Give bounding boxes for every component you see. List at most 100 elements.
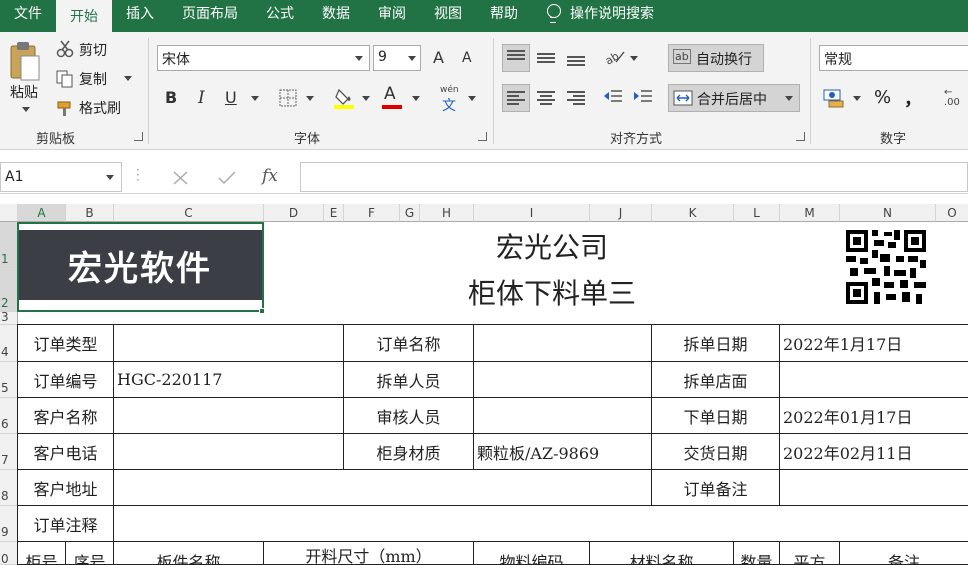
- column-header-a[interactable]: A: [18, 204, 66, 222]
- cut-icon[interactable]: [56, 40, 74, 58]
- copy-label[interactable]: 复制: [79, 69, 107, 89]
- orientation-dropdown-icon[interactable]: [630, 56, 638, 61]
- name-box[interactable]: A1: [0, 162, 122, 192]
- underline-dropdown-icon[interactable]: [251, 96, 259, 101]
- accounting-dropdown-icon[interactable]: [853, 96, 861, 101]
- tab-help[interactable]: 帮助: [476, 0, 532, 26]
- formula-input[interactable]: [300, 162, 968, 192]
- tab-home[interactable]: 开始: [56, 0, 112, 32]
- tab-data[interactable]: 数据: [308, 0, 364, 26]
- value-customer-phone[interactable]: [114, 434, 344, 470]
- underline-button[interactable]: U: [225, 88, 237, 107]
- row-header-6[interactable]: 6: [0, 398, 18, 434]
- cut-label[interactable]: 剪切: [79, 40, 107, 60]
- tab-view[interactable]: 视图: [420, 0, 476, 26]
- phonetic-guide-icon[interactable]: 文: [442, 95, 456, 115]
- phonetic-dropdown-icon[interactable]: [468, 96, 476, 101]
- value-reviewer[interactable]: [474, 398, 652, 434]
- value-customer-address[interactable]: [114, 470, 652, 506]
- tab-formulas[interactable]: 公式: [252, 0, 308, 26]
- accounting-format-icon[interactable]: [823, 88, 845, 108]
- column-header-d[interactable]: D: [264, 204, 324, 222]
- column-header-e[interactable]: E: [324, 204, 344, 222]
- increase-indent-icon[interactable]: [633, 88, 653, 106]
- number-format-box[interactable]: 常规: [819, 45, 968, 71]
- name-box-dropdown-icon[interactable]: [106, 175, 114, 180]
- row-header-3[interactable]: 3: [0, 311, 18, 325]
- confirm-entry-icon[interactable]: [217, 170, 237, 186]
- borders-dropdown-icon[interactable]: [306, 96, 314, 101]
- column-header-l[interactable]: L: [734, 204, 780, 222]
- column-header-b[interactable]: B: [66, 204, 114, 222]
- column-header-i[interactable]: I: [474, 204, 590, 222]
- formula-bar-grip-icon[interactable]: · · ·: [136, 164, 140, 186]
- decrease-indent-icon[interactable]: [603, 88, 623, 106]
- column-header-f[interactable]: F: [344, 204, 400, 222]
- tab-file[interactable]: 文件: [0, 0, 56, 26]
- row-header-5[interactable]: 5: [0, 362, 18, 398]
- alignment-launcher-icon[interactable]: [796, 132, 805, 141]
- comma-button[interactable]: ，: [904, 85, 922, 111]
- borders-icon[interactable]: [279, 89, 297, 107]
- font-size-dropdown-icon[interactable]: [408, 56, 416, 61]
- font-color-dropdown-icon[interactable]: [412, 96, 420, 101]
- tab-insert[interactable]: 插入: [112, 0, 168, 26]
- font-name-box[interactable]: 宋体: [157, 45, 370, 71]
- row-header-8[interactable]: 8: [0, 470, 18, 506]
- fill-color-icon[interactable]: [334, 86, 356, 110]
- column-header-g[interactable]: G: [400, 204, 420, 222]
- row-header-9[interactable]: 9: [0, 506, 18, 542]
- value-order-number[interactable]: HGC-220117: [114, 362, 344, 398]
- clipboard-launcher-icon[interactable]: [134, 132, 143, 141]
- format-painter-icon[interactable]: [56, 99, 74, 117]
- value-customer-name[interactable]: [114, 398, 344, 434]
- italic-button[interactable]: I: [198, 88, 205, 108]
- value-order-remark[interactable]: [780, 470, 968, 506]
- shrink-font-button[interactable]: A: [462, 50, 472, 66]
- row-header-2[interactable]: 2: [0, 268, 18, 312]
- increase-decimal-icon[interactable]: ← .00: [944, 88, 960, 108]
- column-header-m[interactable]: M: [780, 204, 840, 222]
- value-order-date[interactable]: 2022年01月17日: [780, 398, 968, 434]
- copy-dropdown-icon[interactable]: [124, 76, 132, 81]
- paste-icon[interactable]: [8, 40, 42, 82]
- row-header-4[interactable]: 4: [0, 325, 18, 362]
- column-header-o[interactable]: O: [936, 204, 968, 222]
- title-document: 柜体下料单三: [467, 277, 636, 310]
- font-color-button[interactable]: A: [384, 84, 396, 104]
- row-header-10[interactable]: 0: [0, 542, 18, 565]
- value-split-staff[interactable]: [474, 362, 652, 398]
- row-header-7[interactable]: 7: [0, 434, 18, 470]
- column-header-c[interactable]: C: [114, 204, 264, 222]
- merge-dropdown-icon[interactable]: [785, 96, 793, 101]
- tell-me-search[interactable]: 操作说明搜索: [532, 0, 654, 26]
- column-header-j[interactable]: J: [590, 204, 652, 222]
- tab-page-layout[interactable]: 页面布局: [168, 0, 252, 26]
- value-order-note[interactable]: [114, 506, 968, 542]
- tab-review[interactable]: 审阅: [364, 0, 420, 26]
- bold-button[interactable]: B: [165, 88, 177, 107]
- grow-font-button[interactable]: A: [433, 48, 444, 67]
- column-header-k[interactable]: K: [652, 204, 734, 222]
- value-order-type[interactable]: [114, 325, 344, 362]
- value-delivery-date[interactable]: 2022年02月11日: [780, 434, 968, 470]
- font-launcher-icon[interactable]: [478, 132, 487, 141]
- paste-label[interactable]: 粘贴: [10, 82, 38, 102]
- column-header-n[interactable]: N: [840, 204, 936, 222]
- copy-icon[interactable]: [56, 70, 74, 88]
- value-split-store[interactable]: [780, 362, 968, 398]
- format-painter-label[interactable]: 格式刷: [79, 98, 121, 118]
- value-cabinet-material[interactable]: 颗粒板/AZ-9869: [474, 434, 652, 470]
- font-name-dropdown-icon[interactable]: [355, 56, 363, 61]
- column-header-h[interactable]: H: [420, 204, 474, 222]
- value-order-name[interactable]: [474, 325, 652, 362]
- fill-color-dropdown-icon[interactable]: [362, 96, 370, 101]
- select-all-corner[interactable]: [0, 204, 18, 222]
- insert-function-icon[interactable]: fx: [262, 166, 278, 186]
- cancel-entry-icon[interactable]: [172, 170, 190, 186]
- row-header-1[interactable]: 1: [0, 222, 18, 268]
- orientation-icon[interactable]: ab: [604, 48, 626, 66]
- paste-dropdown-icon[interactable]: [22, 107, 30, 112]
- percent-button[interactable]: %: [874, 87, 891, 108]
- value-split-date[interactable]: 2022年1月17日: [780, 325, 968, 362]
